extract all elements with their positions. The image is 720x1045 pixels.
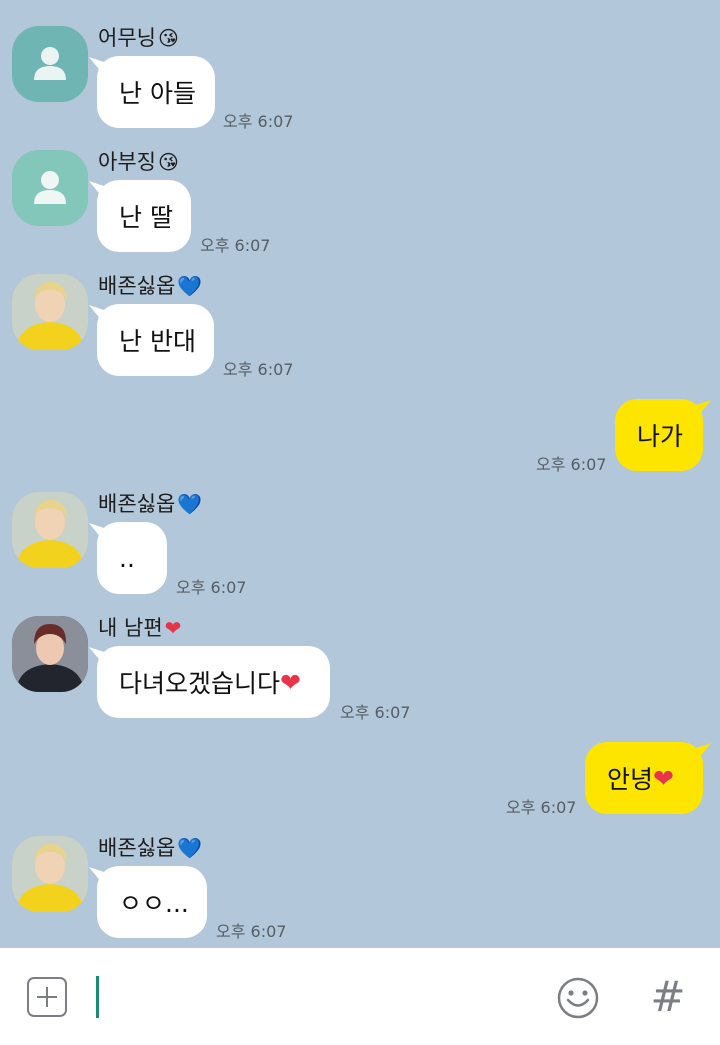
sender-name: 배존싫옵 💙	[98, 274, 203, 298]
outgoing-message-bubble[interactable]: 나가	[615, 399, 703, 471]
message-time: 오후 6:07	[536, 455, 607, 474]
red-heart-icon: ❤	[653, 763, 674, 793]
avatar[interactable]	[12, 26, 88, 102]
message-time: 오후 6:07	[223, 360, 294, 379]
sender-name: 내 남편 ❤	[98, 616, 182, 640]
avatar[interactable]	[12, 492, 88, 568]
profile-photo-icon	[12, 492, 88, 568]
message-time: 오후 6:07	[176, 578, 247, 597]
avatar[interactable]	[12, 274, 88, 350]
blue-heart-icon: 💙	[177, 492, 203, 516]
plus-square-icon[interactable]	[27, 977, 67, 1017]
avatar[interactable]	[12, 150, 88, 226]
outgoing-message-bubble[interactable]: 안녕 ❤	[585, 742, 703, 814]
avatar[interactable]	[12, 836, 88, 912]
sender-name: 어무닝 😘	[98, 26, 179, 50]
smiley-icon[interactable]	[556, 976, 600, 1020]
message-bubble[interactable]: 다녀오겠습니다 ❤	[97, 646, 330, 718]
profile-photo-icon	[12, 616, 88, 692]
chat-area: 어무닝 😘 난 아들 오후 6:07 아부징 😘 난 딸 오후 6:07 배존싫옵 💙…	[0, 0, 720, 948]
message-time: 오후 6:07	[340, 703, 411, 722]
blue-heart-icon: 💙	[177, 274, 203, 298]
message-time: 오후 6:07	[223, 112, 294, 131]
message-time: 오후 6:07	[506, 798, 577, 817]
default-profile-icon	[34, 47, 66, 80]
sender-name: 배존싫옵 💙	[98, 836, 203, 860]
avatar[interactable]	[12, 616, 88, 692]
default-profile-icon	[34, 171, 66, 204]
red-heart-icon: ❤	[164, 616, 182, 640]
red-heart-icon: ❤	[280, 667, 301, 697]
profile-photo-icon	[12, 836, 88, 912]
blue-heart-icon: 💙	[177, 836, 203, 860]
message-time: 오후 6:07	[200, 236, 271, 255]
message-bubble[interactable]: 난 딸	[97, 180, 191, 252]
kiss-emoji-icon: 😘	[157, 150, 179, 174]
sender-name: 아부징 😘	[98, 150, 179, 174]
message-time: 오후 6:07	[216, 922, 287, 941]
text-cursor	[96, 976, 99, 1018]
message-bubble[interactable]: 난 아들	[97, 56, 215, 128]
kiss-emoji-icon: 😘	[157, 26, 179, 50]
message-bubble[interactable]: ..	[97, 522, 167, 594]
message-input[interactable]	[104, 970, 538, 1026]
hash-icon[interactable]: #	[648, 972, 688, 1022]
sender-name: 배존싫옵 💙	[98, 492, 203, 516]
profile-photo-icon	[12, 274, 88, 350]
message-bubble[interactable]: 난 반대	[97, 304, 214, 376]
message-bubble[interactable]: ㅇㅇ...	[97, 866, 207, 938]
